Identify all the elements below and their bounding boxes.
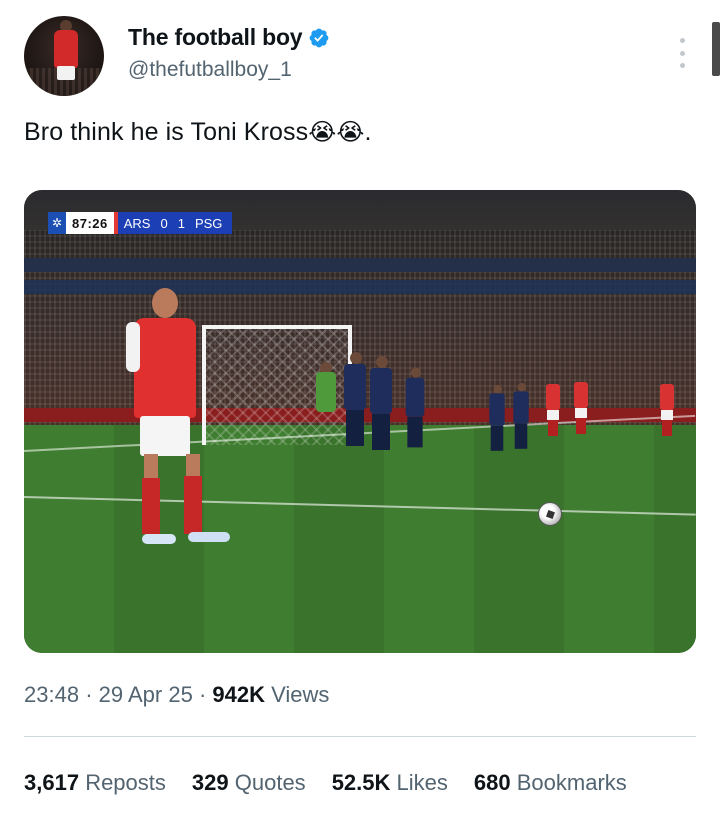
tweet-text-trailing: . — [364, 118, 372, 146]
views-label: Views — [271, 682, 330, 707]
meta-separator: · — [85, 682, 93, 707]
quotes-stat[interactable]: 329 Quotes — [192, 770, 306, 796]
bookmarks-label: Bookmarks — [516, 770, 627, 795]
wall-player — [512, 383, 530, 453]
quotes-count: 329 — [191, 770, 229, 795]
pitch — [24, 425, 696, 653]
wall-player — [368, 356, 394, 456]
wall-player — [488, 385, 506, 455]
verified-badge-icon — [310, 28, 329, 47]
free-kick-taker — [126, 288, 234, 553]
divider — [24, 736, 696, 737]
home-score: 0 — [160, 215, 168, 231]
avatar-figure-kit — [54, 30, 78, 68]
tweet-media-image[interactable]: ✲ 87:26 ARS 0 1 PSG — [24, 190, 696, 653]
tweet-time[interactable]: 23:48 — [24, 682, 79, 707]
home-team: ARS — [123, 215, 151, 231]
likes-stat[interactable]: 52.5K Likes — [332, 770, 448, 796]
tweet-text: Bro think he is Toni Kross😭😭. — [24, 118, 372, 147]
meta-separator: · — [198, 682, 207, 707]
tweet-text-body: Bro think he is Toni Kross — [24, 118, 309, 146]
ad-board-middle — [24, 280, 696, 294]
likes-count: 52.5K — [331, 770, 391, 795]
wall-player — [342, 352, 368, 452]
scorebug: ✲ 87:26 ARS 0 1 PSG — [48, 212, 233, 234]
away-team: PSG — [194, 215, 223, 231]
engagement-stats: 3,617 Reposts 329 Quotes 52.5K Likes 680… — [24, 770, 627, 796]
name-row: The football boy — [128, 24, 330, 51]
more-dot — [679, 38, 685, 43]
away-score: 1 — [177, 215, 185, 231]
champions-league-icon: ✲ — [48, 212, 66, 234]
reposts-label: Reposts — [85, 770, 166, 795]
scrollbar[interactable] — [712, 22, 720, 76]
scorebug-teams: ARS 0 1 PSG — [117, 212, 233, 234]
bookmarks-count: 680 — [473, 770, 511, 795]
ad-board-upper — [24, 258, 696, 272]
football — [538, 502, 562, 526]
bookmarks-stat[interactable]: 680 Bookmarks — [474, 770, 627, 796]
avatar-figure-shorts — [57, 66, 75, 80]
avatar[interactable] — [24, 16, 104, 96]
display-name[interactable]: The football boy — [128, 24, 303, 51]
tweet-header: The football boy @thefutballboy_1 — [24, 16, 696, 96]
red-player — [658, 376, 676, 436]
reposts-count: 3,617 — [24, 770, 80, 795]
tweet-date[interactable]: 29 Apr 25 — [99, 682, 193, 707]
more-dot — [679, 50, 685, 56]
quotes-label: Quotes — [234, 770, 306, 795]
user-handle[interactable]: @thefutballboy_1 — [128, 58, 292, 82]
more-options-icon[interactable] — [678, 38, 686, 68]
likes-label: Likes — [396, 770, 448, 795]
more-dot — [679, 63, 685, 68]
crying-emoji: 😭😭 — [308, 118, 365, 146]
views-count[interactable]: 942K — [212, 682, 265, 707]
goalkeeper — [314, 362, 338, 442]
reposts-stat[interactable]: 3,617 Reposts — [24, 770, 166, 796]
match-clock: 87:26 — [66, 212, 114, 234]
tweet-meta: 23:48 · 29 Apr 25 · 942K Views — [24, 682, 329, 708]
wall-player — [404, 367, 426, 453]
red-player — [544, 376, 562, 436]
red-player — [572, 374, 590, 434]
